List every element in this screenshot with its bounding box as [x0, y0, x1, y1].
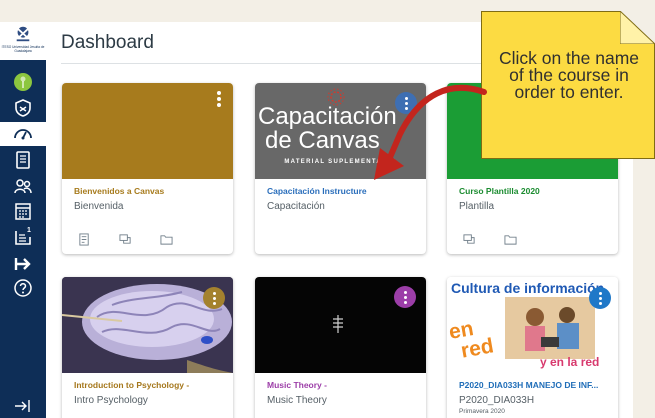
files-folder-icon[interactable] — [504, 233, 517, 246]
logo-emblem-icon — [16, 26, 30, 42]
course-code: Intro Psychology — [74, 395, 148, 406]
course-name-link[interactable]: Bienvenidos a Canvas — [74, 186, 224, 196]
discussions-icon[interactable] — [119, 233, 132, 246]
nav-dashboard[interactable] — [0, 122, 46, 146]
card-options-icon[interactable] — [394, 286, 416, 308]
nav-groups[interactable] — [0, 174, 46, 198]
nav-collapse[interactable] — [0, 394, 46, 418]
card-image-tagline: y en la red — [540, 355, 600, 369]
help-question-icon — [14, 279, 32, 297]
course-code: Bienvenida — [74, 201, 124, 212]
nav-commons[interactable] — [0, 252, 46, 276]
course-card-hero[interactable] — [62, 277, 233, 373]
course-card[interactable]: Bienvenidos a Canvas Bienvenida — [62, 83, 233, 254]
course-code: P2020_DIA033H — [459, 395, 535, 406]
callout-text: Click on the name of the course in order… — [498, 48, 640, 102]
groups-people-icon — [14, 179, 32, 194]
nav-account[interactable] — [0, 70, 46, 94]
nav-help[interactable] — [0, 276, 46, 300]
course-name-link[interactable]: P2020_DIA033H MANEJO DE INF... — [459, 380, 609, 390]
callout-page-fold-icon — [620, 11, 655, 44]
card-actions — [78, 233, 173, 246]
inbox-unread-badge: 1 — [27, 227, 31, 234]
card-image-word-red: red — [459, 334, 496, 363]
nav-admin[interactable] — [0, 96, 46, 120]
pointer-arrow-icon — [374, 84, 487, 180]
page-title: Dashboard — [61, 32, 154, 53]
course-card[interactable]: Music Theory - Music Theory — [255, 277, 426, 418]
nav-inbox[interactable]: 1 — [0, 225, 46, 249]
files-folder-icon[interactable] — [160, 233, 173, 246]
card-image-headline: Cultura de información — [451, 280, 605, 296]
account-avatar-icon — [14, 73, 32, 91]
logo-text: ITESO Universidad Jesuita de Guadalajara — [1, 45, 45, 53]
course-code: Music Theory — [267, 395, 327, 406]
collapse-arrow-icon — [15, 400, 30, 412]
course-name-link[interactable]: Music Theory - — [267, 380, 417, 390]
global-nav: ITESO Universidad Jesuita de Guadalajara — [0, 22, 46, 418]
nav-calendar[interactable] — [0, 199, 46, 223]
calendar-icon — [15, 203, 31, 220]
institution-logo[interactable]: ITESO Universidad Jesuita de Guadalajara — [0, 22, 46, 60]
course-term: Primavera 2020 — [459, 408, 505, 415]
commons-arrow-icon — [14, 258, 31, 270]
course-card[interactable]: Cultura de información en red y en la re… — [447, 277, 618, 418]
shield-icon — [15, 99, 31, 117]
course-code: Plantilla — [459, 201, 495, 212]
card-actions — [463, 233, 517, 246]
course-card[interactable]: Introduction to Psychology - Intro Psych… — [62, 277, 233, 418]
dashboard-gauge-icon — [14, 129, 32, 140]
card-options-icon[interactable] — [217, 91, 221, 107]
course-card-hero[interactable]: Cultura de información en red y en la re… — [447, 277, 618, 373]
students-photo-icon — [505, 297, 595, 359]
courses-book-icon — [16, 151, 30, 169]
card-options-icon[interactable] — [589, 287, 611, 309]
course-card-hero[interactable] — [62, 83, 233, 179]
music-theory-logo-icon — [333, 315, 343, 333]
discussions-icon[interactable] — [463, 233, 476, 246]
course-card-hero[interactable] — [255, 277, 426, 373]
assignments-icon[interactable] — [78, 233, 91, 246]
card-options-icon[interactable] — [203, 287, 225, 309]
nav-courses[interactable] — [0, 148, 46, 172]
course-code: Capacitación — [267, 201, 325, 212]
course-name-link[interactable]: Introduction to Psychology - — [74, 380, 224, 390]
